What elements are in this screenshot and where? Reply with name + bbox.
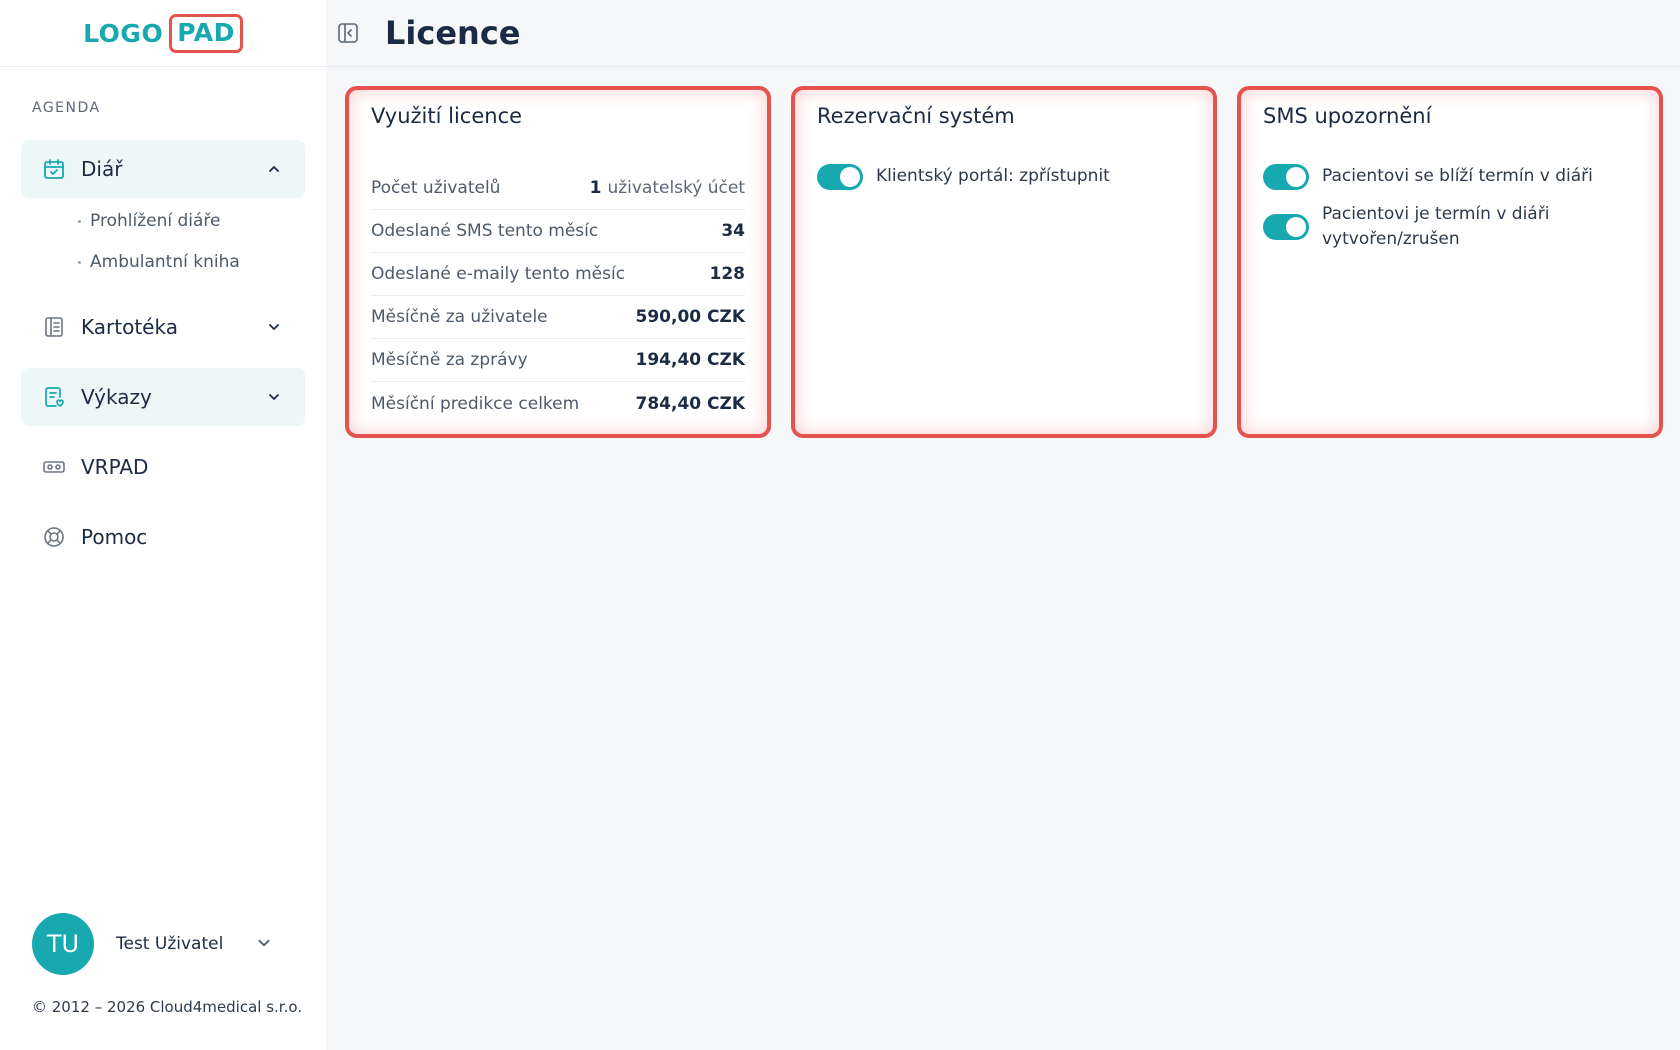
- calendar-check-icon: [41, 156, 67, 182]
- stat-label: Měsíčně za uživatele: [371, 307, 548, 327]
- stat-row-monthly-per-user: Měsíčně za uživatele 590,00 CZK: [371, 296, 745, 339]
- sidebar-item-label: Výkazy: [81, 385, 152, 409]
- logo-text-part1: LOGO: [83, 18, 164, 48]
- sidebar-item-label: Diář: [81, 157, 123, 181]
- upcoming-appointment-toggle[interactable]: [1263, 164, 1309, 190]
- user-name: Test Uživatel: [116, 934, 224, 954]
- report-icon: [41, 384, 67, 410]
- sidebar-item-kartoteka[interactable]: Kartotéka: [21, 298, 305, 356]
- user-menu[interactable]: TU Test Uživatel: [32, 913, 292, 975]
- card-reservation-system: Rezervační systém Klientský portál: zpří…: [791, 86, 1217, 438]
- toggle-row-appointment-created-cancelled: Pacientovi je termín v diáři vytvořen/zr…: [1263, 202, 1622, 252]
- chevron-down-icon: [256, 935, 274, 953]
- copyright-footer: © 2012 – 2026 Cloud4medical s.r.o.: [32, 998, 303, 1016]
- sidebar-toggle-icon: [338, 23, 358, 43]
- toggle-label: Pacientovi je termín v diáři vytvořen/zr…: [1322, 204, 1550, 249]
- bullet-dot: [78, 219, 81, 223]
- sidebar-item-pomoc[interactable]: Pomoc: [21, 508, 305, 566]
- logo-text-part2: PAD: [169, 13, 243, 53]
- logo[interactable]: LOGO PAD: [83, 13, 243, 53]
- stat-row-sms-sent: Odeslané SMS tento měsíc 34: [371, 210, 745, 253]
- sidebar-subitem-label: Prohlížení diáře: [90, 211, 221, 231]
- toggle-knob: [1286, 167, 1306, 187]
- stat-value-number: 1: [589, 178, 602, 198]
- stat-value: 590,00 CZK: [635, 307, 746, 327]
- collapse-sidebar-button[interactable]: [336, 21, 360, 45]
- book-icon: [41, 314, 67, 340]
- toggle-knob: [1286, 217, 1306, 237]
- card-title: SMS upozornění: [1263, 104, 1432, 128]
- lifebuoy-icon: [41, 524, 67, 550]
- card-title: Využití licence: [371, 104, 523, 128]
- card-license-usage: Využití licence Počet uživatelů 1 uživat…: [345, 86, 771, 438]
- stat-row-monthly-total: Měsíční predikce celkem 784,40 CZK: [371, 382, 745, 425]
- stat-value: 34: [721, 221, 745, 241]
- stat-value: 1 uživatelský účet: [590, 178, 745, 198]
- toggle-knob: [840, 167, 860, 187]
- stat-label: Měsíčně za zprávy: [371, 350, 528, 370]
- stat-row-monthly-per-messages: Měsíčně za zprávy 194,40 CZK: [371, 339, 745, 382]
- page-title: Licence: [385, 14, 521, 52]
- sidebar-item-label: Kartotéka: [81, 315, 178, 339]
- sidebar-subitem-prohlizeni-diare[interactable]: Prohlížení diáře: [78, 211, 220, 231]
- stat-value: 784,40 CZK: [635, 393, 746, 414]
- stat-value: 194,40 CZK: [635, 350, 746, 370]
- sidebar-item-diar[interactable]: Diář: [21, 140, 305, 198]
- sidebar-subitem-label: Ambulantní kniha: [90, 252, 240, 272]
- card-title: Rezervační systém: [817, 104, 1015, 128]
- stat-label: Počet uživatelů: [371, 178, 501, 198]
- stat-label: Měsíční predikce celkem: [371, 393, 580, 414]
- sidebar-item-label: VRPAD: [81, 455, 149, 479]
- stat-row-emails-sent: Odeslané e-maily tento měsíc 128: [371, 253, 745, 296]
- stat-value: 128: [709, 264, 746, 284]
- stat-label: Odeslané e-maily tento měsíc: [371, 264, 626, 284]
- chevron-up-icon: [265, 160, 283, 178]
- toggle-label: Pacientovi se blíží termín v diáři: [1322, 166, 1593, 186]
- card-sms-notifications: SMS upozornění Pacientovi se blíží termí…: [1237, 86, 1663, 438]
- bullet-dot: [78, 260, 81, 264]
- stat-label: Odeslané SMS tento měsíc: [371, 221, 599, 241]
- vr-headset-icon: [41, 454, 67, 480]
- section-label-agenda: AGENDA: [32, 100, 101, 116]
- top-bar: Licence: [326, 0, 1680, 67]
- appointment-created-cancelled-toggle[interactable]: [1263, 214, 1309, 240]
- sidebar-item-vykazy[interactable]: Výkazy: [21, 368, 305, 426]
- chevron-down-icon: [265, 388, 283, 406]
- toggle-label: Klientský portál: zpřístupnit: [876, 166, 1110, 186]
- stat-row-users: Počet uživatelů 1 uživatelský účet: [371, 167, 745, 210]
- toggle-row-upcoming-appointment: Pacientovi se blíží termín v diáři: [1263, 164, 1622, 190]
- sidebar: LOGO PAD AGENDA Diář Prohlížení diáře Am…: [0, 0, 326, 1050]
- avatar: TU: [32, 913, 94, 975]
- toggle-row-client-portal: Klientský portál: zpřístupnit: [817, 164, 1176, 190]
- stat-value-unit: uživatelský účet: [607, 178, 745, 198]
- sidebar-item-vrpad[interactable]: VRPAD: [21, 438, 305, 496]
- logo-bar: LOGO PAD: [0, 0, 326, 67]
- client-portal-toggle[interactable]: [817, 164, 863, 190]
- chevron-down-icon: [265, 318, 283, 336]
- sidebar-subitem-ambulantni-kniha[interactable]: Ambulantní kniha: [78, 252, 240, 272]
- sidebar-item-label: Pomoc: [81, 525, 148, 549]
